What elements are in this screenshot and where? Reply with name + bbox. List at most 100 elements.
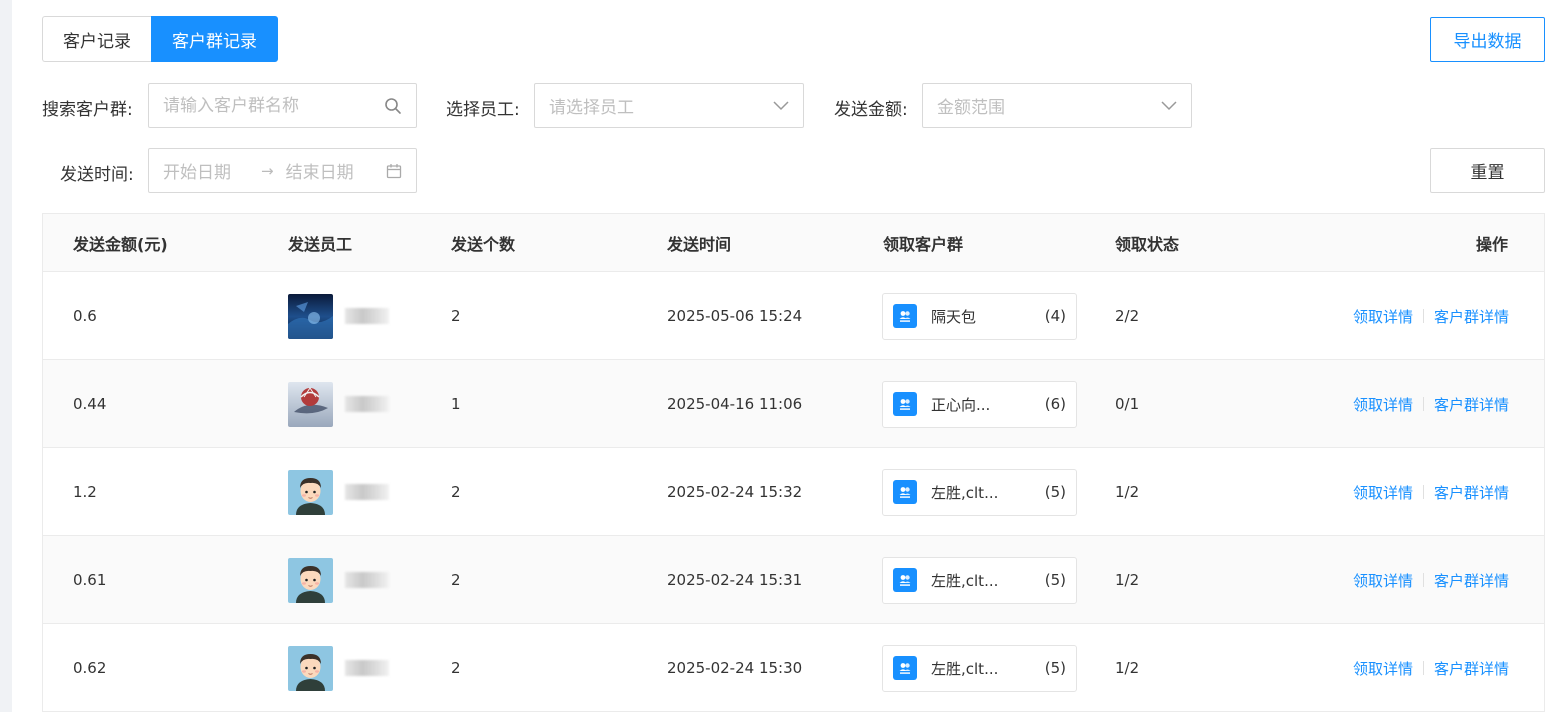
tab-customer-records[interactable]: 客户记录 — [42, 16, 151, 62]
group-chip[interactable]: 左胜,clt... (5) — [882, 468, 1077, 516]
employee-cell — [288, 624, 389, 712]
time-cell: 2025-05-06 15:24 — [667, 307, 803, 325]
actions-cell: 领取详情 客户群详情 — [1353, 272, 1509, 360]
status-cell: 2/2 — [1115, 307, 1140, 325]
claim-detail-link[interactable]: 领取详情 — [1353, 482, 1413, 503]
col-employee: 发送员工 — [288, 235, 353, 254]
claim-detail-link[interactable]: 领取详情 — [1353, 570, 1413, 591]
group-cell: 左胜,clt... (5) — [882, 448, 1077, 536]
action-divider — [1422, 485, 1424, 499]
avatar-scenery — [288, 293, 333, 339]
avatar-cartoon — [288, 469, 333, 515]
actions-cell: 领取详情 客户群详情 — [1353, 360, 1509, 448]
group-member-count: (5) — [1044, 659, 1066, 677]
table-row: 0.6 2 2025-05-06 15:24 隔天包 (4) 2/2 领取详情 … — [43, 272, 1544, 360]
tab-group-records[interactable]: 客户群记录 — [151, 16, 278, 62]
employee-name-blurred — [345, 660, 389, 676]
action-divider — [1422, 309, 1424, 323]
group-chip[interactable]: 正心向... (6) — [882, 380, 1077, 428]
col-status: 领取状态 — [1115, 235, 1180, 254]
group-cell: 左胜,clt... (5) — [882, 624, 1077, 712]
table-body: 0.6 2 2025-05-06 15:24 隔天包 (4) 2/2 领取详情 … — [43, 272, 1544, 712]
search-icon[interactable] — [384, 97, 402, 115]
time-cell: 2025-02-24 15:30 — [667, 659, 803, 677]
status-cell: 1/2 — [1115, 571, 1140, 589]
amount-placeholder: 金额范围 — [937, 98, 1005, 118]
col-actions: 操作 — [1475, 235, 1508, 254]
calendar-icon — [386, 163, 402, 179]
status-cell: 1/2 — [1115, 483, 1140, 501]
group-icon — [893, 304, 917, 328]
search-group-field[interactable] — [148, 83, 417, 128]
amount-label: 发送金额: — [834, 100, 908, 120]
employee-placeholder: 请选择员工 — [549, 98, 634, 118]
group-icon — [893, 392, 917, 416]
chevron-down-icon — [773, 100, 789, 111]
group-detail-link[interactable]: 客户群详情 — [1434, 482, 1509, 503]
group-chip[interactable]: 左胜,clt... (5) — [882, 556, 1077, 604]
action-divider — [1422, 573, 1424, 587]
actions-cell: 领取详情 客户群详情 — [1353, 448, 1509, 536]
employee-select[interactable]: 请选择员工 — [534, 83, 804, 128]
claim-detail-link[interactable]: 领取详情 — [1353, 306, 1413, 327]
group-name: 左胜,clt... — [931, 659, 999, 678]
start-date-input[interactable]: 开始日期 — [163, 158, 261, 183]
amount-cell: 0.61 — [73, 571, 107, 589]
col-count: 发送个数 — [451, 235, 516, 254]
export-data-button[interactable]: 导出数据 — [1430, 17, 1545, 62]
employee-name-blurred — [345, 308, 389, 324]
table-header: 发送金额(元) 发送员工 发送个数 发送时间 领取客户群 领取状态 操作 — [43, 214, 1544, 272]
group-cell: 隔天包 (4) — [882, 272, 1077, 360]
group-icon — [893, 568, 917, 592]
end-date-input[interactable]: 结束日期 — [286, 158, 386, 183]
avatar-cartoon — [288, 557, 333, 603]
table-row: 0.44 1 2025-04-16 11:06 正心向... (6) 0/1 领… — [43, 360, 1544, 448]
time-label: 发送时间: — [60, 165, 134, 185]
employee-name-blurred — [345, 396, 389, 412]
table-row: 1.2 2 2025-02-24 15:32 左胜,clt... (5) 1/2 — [43, 448, 1544, 536]
action-divider — [1422, 397, 1424, 411]
group-detail-link[interactable]: 客户群详情 — [1434, 394, 1509, 415]
page: 客户记录 客户群记录 导出数据 搜索客户群: 选择员工: 请选择员工 发送金额:… — [12, 0, 1558, 712]
claim-detail-link[interactable]: 领取详情 — [1353, 658, 1413, 679]
search-group-label: 搜索客户群: — [42, 100, 133, 120]
amount-cell: 0.6 — [73, 307, 97, 325]
group-detail-link[interactable]: 客户群详情 — [1434, 658, 1509, 679]
group-name: 左胜,clt... — [931, 571, 999, 590]
claim-detail-link[interactable]: 领取详情 — [1353, 394, 1413, 415]
group-detail-link[interactable]: 客户群详情 — [1434, 570, 1509, 591]
action-divider — [1422, 661, 1424, 675]
avatar-cartoon — [288, 645, 333, 691]
amount-cell: 0.44 — [73, 395, 107, 413]
amount-cell: 0.62 — [73, 659, 107, 677]
count-cell: 2 — [451, 483, 461, 501]
group-chip[interactable]: 左胜,clt... (5) — [882, 644, 1077, 692]
employee-cell — [288, 360, 389, 448]
employee-cell — [288, 272, 389, 360]
time-cell: 2025-04-16 11:06 — [667, 395, 803, 413]
time-cell: 2025-02-24 15:32 — [667, 483, 803, 501]
count-cell: 1 — [451, 395, 461, 413]
time-cell: 2025-02-24 15:31 — [667, 571, 803, 589]
amount-cell: 1.2 — [73, 483, 97, 501]
group-member-count: (5) — [1044, 483, 1066, 501]
employee-name-blurred — [345, 572, 389, 588]
group-detail-link[interactable]: 客户群详情 — [1434, 306, 1509, 327]
group-cell: 左胜,clt... (5) — [882, 536, 1077, 624]
group-icon — [893, 480, 917, 504]
employee-label: 选择员工: — [446, 100, 520, 120]
col-time: 发送时间 — [667, 235, 732, 254]
reset-button[interactable]: 重置 — [1430, 148, 1545, 193]
group-chip[interactable]: 隔天包 (4) — [882, 292, 1077, 340]
group-member-count: (5) — [1044, 571, 1066, 589]
search-group-input[interactable] — [163, 95, 384, 116]
amount-select[interactable]: 金额范围 — [922, 83, 1192, 128]
records-table: 发送金额(元) 发送员工 发送个数 发送时间 领取客户群 领取状态 操作 0.6… — [42, 213, 1545, 712]
date-range-picker[interactable]: 开始日期 → 结束日期 — [148, 148, 417, 193]
group-cell: 正心向... (6) — [882, 360, 1077, 448]
record-tabs: 客户记录 客户群记录 — [42, 16, 278, 62]
col-amount: 发送金额(元) — [73, 235, 168, 254]
employee-name-blurred — [345, 484, 389, 500]
count-cell: 2 — [451, 659, 461, 677]
status-cell: 1/2 — [1115, 659, 1140, 677]
